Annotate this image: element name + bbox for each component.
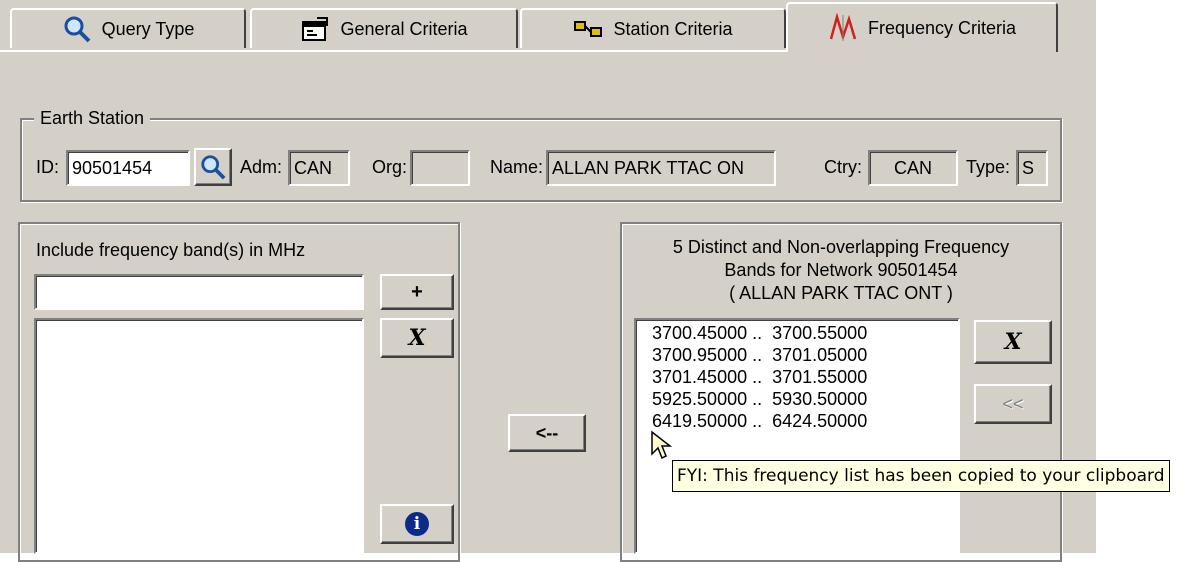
adm-label: Adm: [240,157,283,177]
tab-divider [0,50,786,52]
tab-label: Station Criteria [613,18,733,39]
network-band-title: 5 Distinct and Non-overlapping Frequency… [622,236,1060,305]
move-bands-button[interactable]: << [974,384,1052,424]
add-band-button[interactable]: + [380,274,454,310]
station-id-field[interactable]: 90501454 [66,150,190,186]
include-band-label: Include frequency band(s) in MHz [36,240,306,260]
tab-label: General Criteria [340,18,468,39]
search-station-button[interactable] [194,148,232,186]
transfer-band-button[interactable]: <-- [508,414,586,452]
list-item[interactable]: 6419.50000 .. 6424.50000 [636,410,958,432]
tab-query-type[interactable]: Query Type [10,8,246,48]
network-title-line1: 5 Distinct and Non-overlapping Frequency [672,237,1010,257]
tab-station-criteria[interactable]: Station Criteria [520,8,786,48]
mouse-pointer-icon [651,430,672,460]
type-label: Type: [966,157,1011,177]
include-band-list[interactable] [34,318,364,554]
remove-band-button[interactable]: X [380,318,454,358]
list-item[interactable]: 5925.50000 .. 5930.50000 [636,388,958,410]
earth-station-legend: Earth Station [34,108,151,129]
info-icon: i [405,512,429,536]
network-title-line3: ( ALLAN PARK TTAC ONT ) [729,283,953,303]
type-field: S [1016,150,1048,186]
tab-label: Frequency Criteria [867,17,1017,38]
id-label: ID: [36,157,60,177]
name-label: Name: [490,157,544,177]
network-band-list[interactable]: 3700.45000 .. 3700.55000 3700.95000 .. 3… [634,318,960,554]
network-title-line2: Bands for Network 90501454 [724,260,958,280]
tab-label: Query Type [101,18,195,39]
name-field: ALLAN PARK TTAC ON [546,150,776,186]
ctry-label: Ctry: [824,157,862,177]
org-label: Org: [372,157,408,177]
list-item[interactable]: 3700.95000 .. 3701.05000 [636,344,958,366]
clipboard-tooltip: FYI: This frequency list has been copied… [672,460,1170,492]
wave-icon [828,13,858,43]
adm-field: CAN [288,150,350,186]
ctry-field: CAN [868,150,958,186]
station-icon [573,14,603,44]
tab-frequency-criteria[interactable]: Frequency Criteria [786,2,1058,52]
tab-strip: Query Type General Criteria Station Crit… [0,0,1096,52]
tab-general-criteria[interactable]: General Criteria [250,8,518,48]
magnifier-icon [62,14,92,44]
band-input[interactable] [34,274,364,310]
list-item[interactable]: 3701.45000 .. 3701.55000 [636,366,958,388]
org-field [410,150,470,186]
info-button[interactable]: i [380,504,454,544]
search-icon [201,155,226,180]
list-item[interactable]: 3700.45000 .. 3700.55000 [636,322,958,344]
form-icon [300,14,330,44]
remove-network-band-button[interactable]: X [974,320,1052,364]
